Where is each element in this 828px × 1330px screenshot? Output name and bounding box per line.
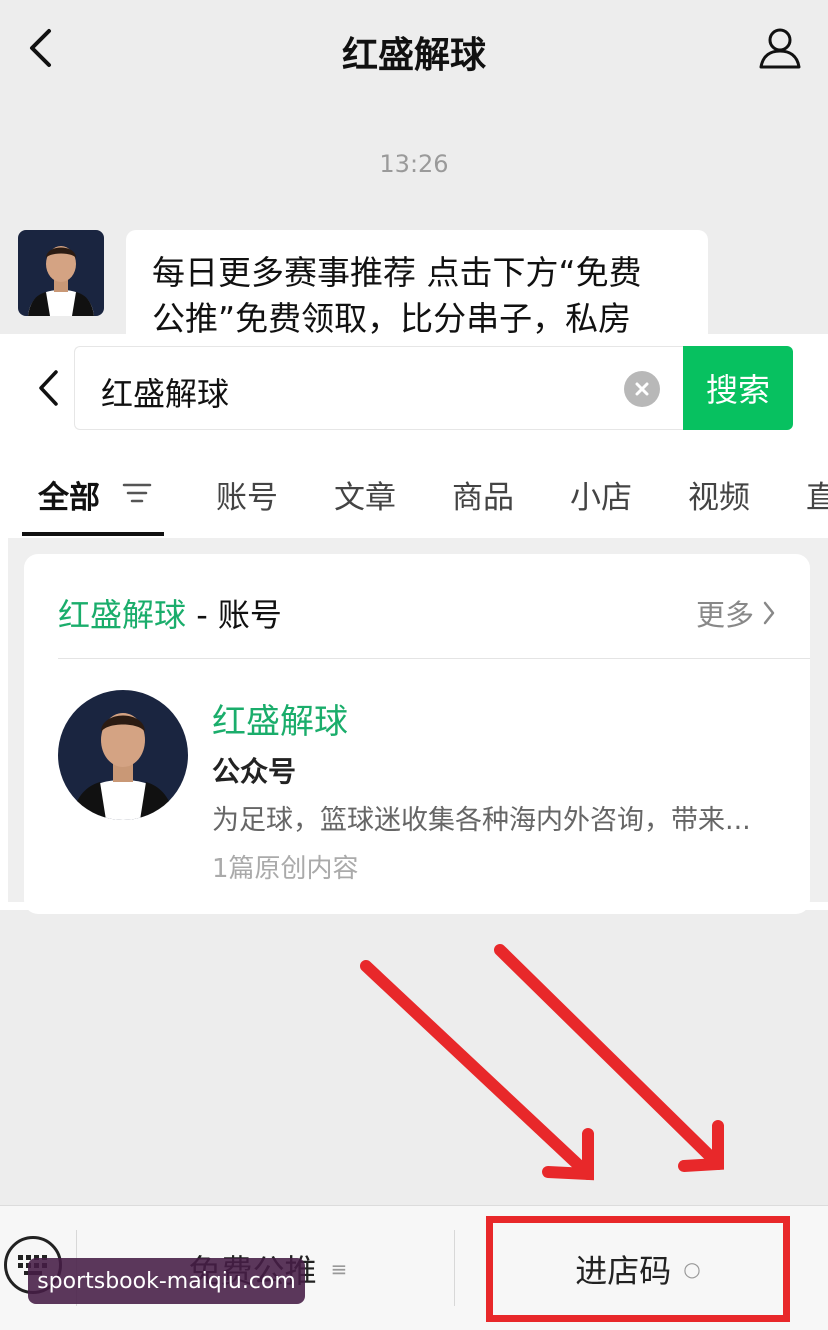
message-timestamp: 13:26 — [379, 150, 449, 178]
account-meta: 1篇原创内容 — [212, 854, 359, 884]
account-type: 公众号 — [212, 755, 297, 788]
chevron-right-icon — [763, 601, 775, 625]
tab-account[interactable]: 账号 — [216, 472, 278, 517]
account-name[interactable]: 红盛解球 — [212, 694, 348, 743]
tab-all[interactable]: 全部 — [38, 472, 100, 517]
account-avatar[interactable] — [58, 690, 188, 820]
card-header: 红盛解球 - 账号 — [58, 590, 282, 636]
search-tabs: 全部 账号 文章 商品 小店 视频 直 — [0, 460, 828, 536]
menu-store-code-label: 进店码 — [575, 1252, 672, 1290]
menu-divider — [454, 1230, 455, 1306]
chat-title: 红盛解球 — [341, 35, 486, 76]
tab-shop[interactable]: 小店 — [570, 472, 632, 517]
message-line-1: 每日更多赛事推荐 点击下方“免费 — [152, 253, 642, 292]
account-description: 为足球，篮球迷收集各种海内外咨询，带来... — [212, 805, 751, 836]
search-query: 红盛解球 — [101, 375, 230, 413]
chat-header: 红盛解球 — [0, 0, 828, 96]
avatar-image — [18, 230, 104, 316]
arrow-right-head — [678, 1120, 724, 1172]
tab-product[interactable]: 商品 — [452, 472, 514, 517]
tab-video[interactable]: 视频 — [688, 472, 750, 517]
menu-store-code[interactable]: 进店码 ○ — [486, 1216, 790, 1322]
search-input[interactable]: 红盛解球 — [74, 346, 684, 430]
clear-icon[interactable] — [624, 371, 660, 407]
arrow-right — [494, 944, 724, 1170]
search-overlay: 红盛解球 搜索 全部 账号 文章 商品 小店 视频 直 红盛解球 - 账号 更多… — [0, 334, 828, 914]
arrow-left — [360, 960, 594, 1180]
watermark: sportsbook-maiqiu.com — [28, 1258, 305, 1304]
avatar-image — [58, 690, 188, 820]
tab-article[interactable]: 文章 — [334, 472, 396, 517]
more-button[interactable]: 更多 — [696, 592, 776, 634]
search-button[interactable]: 搜索 — [683, 346, 793, 430]
card-divider — [58, 658, 810, 659]
profile-button[interactable] — [754, 22, 806, 74]
filter-icon[interactable] — [120, 476, 154, 510]
account-result-card: 红盛解球 - 账号 更多 红盛解球 公众号 为足球，篮球迷收集各种海内外咨询，带… — [24, 554, 810, 914]
search-back-button[interactable] — [26, 360, 70, 416]
tab-live[interactable]: 直 — [806, 472, 828, 517]
submenu-icon: ≡ — [330, 1256, 348, 1281]
results-area: 红盛解球 - 账号 更多 红盛解球 公众号 为足球，篮球迷收集各种海内外咨询，带… — [8, 538, 828, 914]
person-icon — [759, 28, 801, 69]
card-header-keyword: 红盛解球 — [58, 596, 187, 634]
more-label: 更多 — [695, 598, 754, 632]
sender-avatar[interactable] — [18, 230, 104, 316]
arrow-left-head — [542, 1128, 594, 1181]
message-icon: ○ — [683, 1257, 701, 1281]
active-tab-indicator — [22, 532, 164, 536]
chevron-left-icon — [39, 370, 58, 406]
card-header-suffix: - 账号 — [186, 596, 282, 634]
